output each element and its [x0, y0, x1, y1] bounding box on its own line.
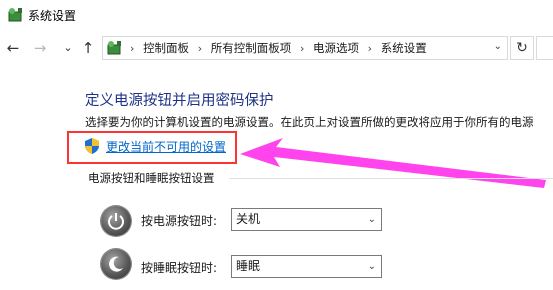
address-bar[interactable]: › 控制面板 › 所有控制面板项 › 电源选项 › 系统设置 ⌄ — [102, 36, 508, 60]
back-button[interactable]: ← — [5, 38, 21, 58]
control-panel-icon — [107, 41, 121, 55]
page-title: 定义电源按钮并启用密码保护 — [85, 93, 274, 109]
breadcrumb-separator[interactable]: › — [368, 42, 372, 55]
breadcrumb-separator[interactable]: › — [300, 42, 304, 55]
power-options-app-icon — [8, 8, 22, 22]
breadcrumb-power-options[interactable]: 电源选项 — [313, 41, 359, 55]
page-description: 选择要为你的计算机设置的电源设置。在此页上对设置所做的更改将应用于你所有的电源 — [85, 115, 534, 129]
refresh-button[interactable]: ↻ — [510, 36, 534, 60]
sleep-icon — [101, 249, 131, 279]
breadcrumb-control-panel[interactable]: 控制面板 — [143, 41, 189, 55]
chevron-down-icon: ⌄ — [367, 261, 376, 272]
chevron-down-icon: ⌄ — [367, 214, 376, 225]
sleep-button-action-select[interactable]: 睡眠 ⌄ — [231, 255, 382, 278]
power-button-label: 按电源按钮时: — [141, 214, 218, 228]
search-input[interactable] — [536, 36, 553, 60]
forward-button[interactable]: → — [32, 38, 48, 58]
up-button[interactable]: ↑ — [80, 38, 96, 58]
sleep-button-label: 按睡眠按钮时: — [141, 261, 218, 275]
breadcrumb: › 控制面板 › 所有控制面板项 › 电源选项 › 系统设置 — [125, 37, 427, 59]
power-icon — [101, 206, 131, 236]
breadcrumb-system-settings[interactable]: 系统设置 — [381, 41, 427, 55]
breadcrumb-all-items[interactable]: 所有控制面板项 — [211, 41, 292, 55]
title-bar: 系统设置 — [0, 0, 553, 30]
sleep-button-action-value: 睡眠 — [236, 259, 261, 273]
section-title: 电源按钮和睡眠按钮设置 — [88, 171, 215, 185]
section-divider — [229, 178, 553, 179]
highlight-annotation-box — [67, 131, 237, 164]
power-button-action-select[interactable]: 关机 ⌄ — [231, 208, 382, 231]
breadcrumb-separator[interactable]: › — [198, 42, 202, 55]
annotation-arrow — [240, 138, 546, 188]
recent-locations-button[interactable]: ⌄ — [60, 38, 76, 58]
window-title: 系统设置 — [28, 9, 77, 23]
power-button-action-value: 关机 — [236, 212, 261, 226]
breadcrumb-separator: › — [130, 42, 135, 55]
navigation-bar: ← → ⌄ ↑ › 控制面板 › 所有控制面板项 › 电源选项 › 系统设置 ⌄… — [0, 32, 553, 64]
address-dropdown-icon[interactable]: ⌄ — [494, 41, 502, 52]
